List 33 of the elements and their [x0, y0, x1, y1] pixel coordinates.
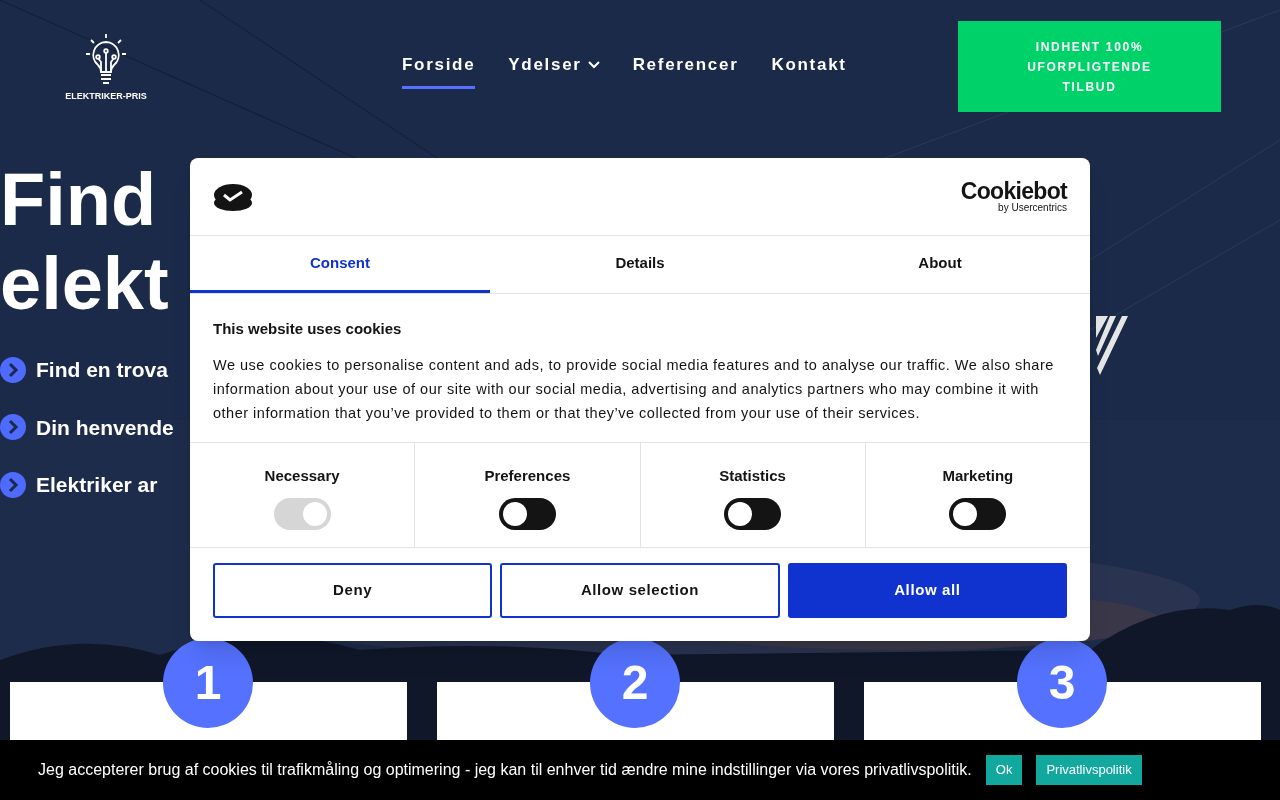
checkmark-logo-icon	[213, 181, 253, 212]
dialog-button[interactable]: Deny	[213, 563, 493, 618]
dialog-body: We use cookies to personalise content and ads, to provide social media features and to analyse our traffic. We also share information about your use of our site with our social media, advertising and analytics partners who may combine it with other information that you’ve provided to them or that they’ve collected from your use of their services.	[213, 355, 1055, 423]
cookie-bar-text: Jeg accepterer brug af cookies til trafikmåling og optimering - jeg kan til enhver tid ændre mine indstillinger via vores privatlivspolitik.	[38, 760, 972, 780]
category-label: Necessary	[264, 466, 340, 486]
category-label: Statistics	[719, 466, 786, 486]
toggle-switch[interactable]	[498, 497, 556, 530]
dialog-tab[interactable]: Consent	[190, 236, 490, 293]
hero-bullet: Elektriker ar	[36, 472, 158, 498]
hero-bullet: Find en trova	[36, 357, 168, 383]
hero-bullet: Din henvende	[36, 414, 174, 441]
brand-subtitle: by Usercentrics	[998, 203, 1067, 213]
nav-link[interactable]: Forside	[402, 52, 476, 89]
nav-link[interactable]: Referencer	[632, 52, 739, 89]
category-label: Marketing	[942, 466, 1014, 486]
logo-text: ELEKTRIKER-PRIS	[65, 90, 147, 103]
brand-name: Cookiebot	[960, 180, 1067, 203]
hero-heading: elekt	[0, 242, 169, 326]
dialog-button[interactable]: Allow selection	[500, 563, 780, 618]
dialog-tab[interactable]: About	[790, 236, 1090, 293]
category-label: Preferences	[484, 466, 571, 486]
hero-heading: Find	[0, 158, 157, 242]
dialog-title: This website uses cookies	[213, 319, 403, 339]
dialog-button[interactable]: Allow all	[787, 563, 1067, 618]
chevron-circle-icon	[0, 414, 26, 441]
nav-link[interactable]: Ydelser	[508, 52, 600, 89]
chevron-circle-icon	[0, 356, 26, 383]
toggle-switch[interactable]	[949, 497, 1007, 530]
dialog-tab[interactable]: Details	[490, 236, 790, 293]
chevron-circle-icon	[0, 471, 26, 498]
nav-link[interactable]: Kontakt	[771, 52, 847, 89]
toggle-switch[interactable]	[724, 497, 782, 530]
chevron-down-icon	[587, 60, 600, 69]
